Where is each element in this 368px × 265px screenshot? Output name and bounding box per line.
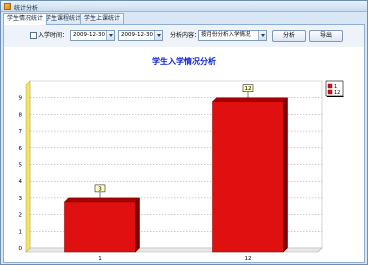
x-tick-label: 1 xyxy=(98,256,102,262)
window-title: 统计分析 xyxy=(14,5,39,12)
data-label: 3 xyxy=(98,186,102,192)
end-date-value: 2009-12-30 xyxy=(121,32,153,38)
tab-student-courses[interactable]: 学生课程统计 xyxy=(41,13,86,24)
y-tick-label: 3 xyxy=(19,196,23,202)
enrollment-time-checkbox[interactable] xyxy=(30,32,37,39)
y-tick-label: 2 xyxy=(19,213,23,219)
bar-top xyxy=(211,97,289,102)
end-date-picker[interactable]: 2009-12-30 xyxy=(118,30,163,41)
title-bar[interactable]: 统计分析 xyxy=(1,1,367,12)
chevron-down-icon[interactable] xyxy=(258,31,266,40)
bar-side xyxy=(283,97,288,253)
legend-swatch xyxy=(327,83,333,89)
start-date-picker[interactable]: 2009-12-30 xyxy=(70,30,115,41)
analysis-content-select[interactable]: 按月份分析入学情况 xyxy=(198,30,267,41)
y-tick-label: 8 xyxy=(19,112,23,118)
y-tick-label: 4 xyxy=(19,179,23,185)
bar-side xyxy=(135,197,140,253)
chevron-down-icon[interactable] xyxy=(106,31,114,40)
legend-label: 12 xyxy=(334,90,340,96)
tab-student-status[interactable]: 学生情况统计 xyxy=(3,13,48,25)
tab-content: 入学时间： 2009-12-30 2009-12-30 分析内容： 按月份分析入… xyxy=(3,24,365,263)
enrollment-time-label: 入学时间： xyxy=(38,32,69,39)
enrollment-chart: 学生入学情况分析 0 1 2 3 4 5 6 7 8 9 3 1 12 12 1 12 xyxy=(4,47,364,262)
x-tick-label: 12 xyxy=(245,256,252,262)
analysis-content-label: 分析内容： xyxy=(170,32,201,39)
filter-toolbar: 入学时间： 2009-12-30 2009-12-30 分析内容： 按月份分析入… xyxy=(4,25,364,47)
app-icon xyxy=(4,3,11,10)
export-button[interactable]: 导出 xyxy=(309,30,343,42)
bar xyxy=(64,201,136,253)
y-tick-label: 5 xyxy=(19,163,23,169)
analyze-button[interactable]: 分析 xyxy=(272,30,306,42)
y-tick-label: 7 xyxy=(19,129,23,135)
bar xyxy=(212,101,284,253)
chart-canvas: 学生入学情况分析 0123456789311212 112 xyxy=(19,56,344,262)
legend-swatch xyxy=(327,89,333,95)
y-tick-label: 0 xyxy=(19,246,23,252)
start-date-value: 2009-12-30 xyxy=(73,32,105,38)
plot-left-wall xyxy=(25,80,31,253)
y-tick-label: 1 xyxy=(19,229,23,235)
bar-top xyxy=(63,197,141,203)
analysis-content-value: 按月份分析入学情况 xyxy=(201,32,251,38)
stats-window: 统计分析 学生情况统计 学生课程统计 学生上课统计 入学时间： 2009-12-… xyxy=(0,0,368,265)
y-tick-label: 9 xyxy=(19,96,23,102)
chart-title: 学生入学情况分析 xyxy=(152,56,216,66)
y-tick-label: 6 xyxy=(19,146,23,152)
tab-student-classes[interactable]: 学生上课统计 xyxy=(80,13,125,24)
chevron-down-icon[interactable] xyxy=(154,31,162,40)
data-label: 12 xyxy=(245,86,252,92)
